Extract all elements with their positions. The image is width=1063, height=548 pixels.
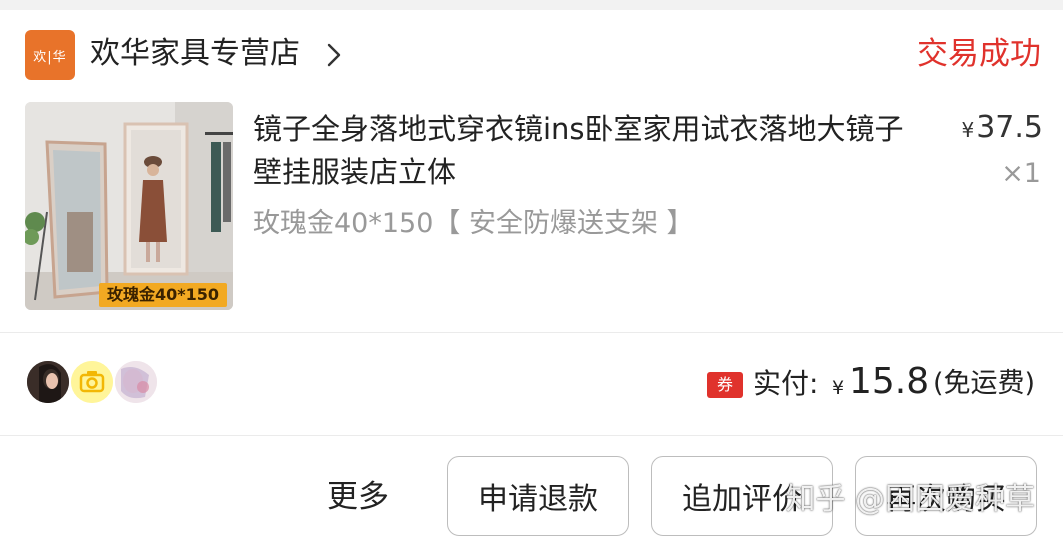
quantity: ×1 [1001, 158, 1041, 189]
shop-name-link[interactable]: 欢华家具专营店 [90, 32, 300, 76]
product-spec: 玫瑰金40*150【 安全防爆送支架 】 [253, 208, 694, 239]
order-card: 欢|华 欢华家具专营店 交易成功 玫瑰金40*150 镜子全身落地式穿衣镜ins… [0, 10, 1063, 548]
shop-logo[interactable]: 欢|华 [25, 30, 75, 80]
avatar-user-3[interactable] [113, 359, 159, 405]
shipping-note: (免运费) [933, 368, 1036, 399]
product-thumbnail[interactable]: 玫瑰金40*150 [25, 102, 233, 310]
paid-currency: ¥ [832, 377, 845, 399]
watermark: 知乎 @困困爱种草 [785, 482, 1035, 517]
chevron-right-icon[interactable] [326, 42, 342, 68]
more-actions-link[interactable]: 更多 [327, 475, 389, 519]
paid-amount: 15.8 [849, 361, 930, 402]
thumbnail-tag: 玫瑰金40*150 [99, 283, 228, 307]
camera-icon[interactable] [69, 359, 115, 405]
unit-price: ¥37.5 [961, 108, 1043, 150]
order-status: 交易成功 [917, 36, 1041, 72]
product-title[interactable]: 镜子全身落地式穿衣镜ins卧室家用试衣落地大镜子壁挂服装店立体 [253, 108, 923, 194]
paid-label: 实付: [753, 367, 819, 400]
divider [0, 435, 1063, 436]
price-currency: ¥ [961, 118, 975, 142]
divider [0, 332, 1063, 333]
price-value: 37.5 [976, 110, 1043, 145]
mirror-product-image [25, 102, 233, 310]
refund-button[interactable]: 申请退款 [447, 456, 629, 536]
coupon-badge: 券 [707, 372, 743, 398]
avatar-user-1[interactable] [25, 359, 71, 405]
